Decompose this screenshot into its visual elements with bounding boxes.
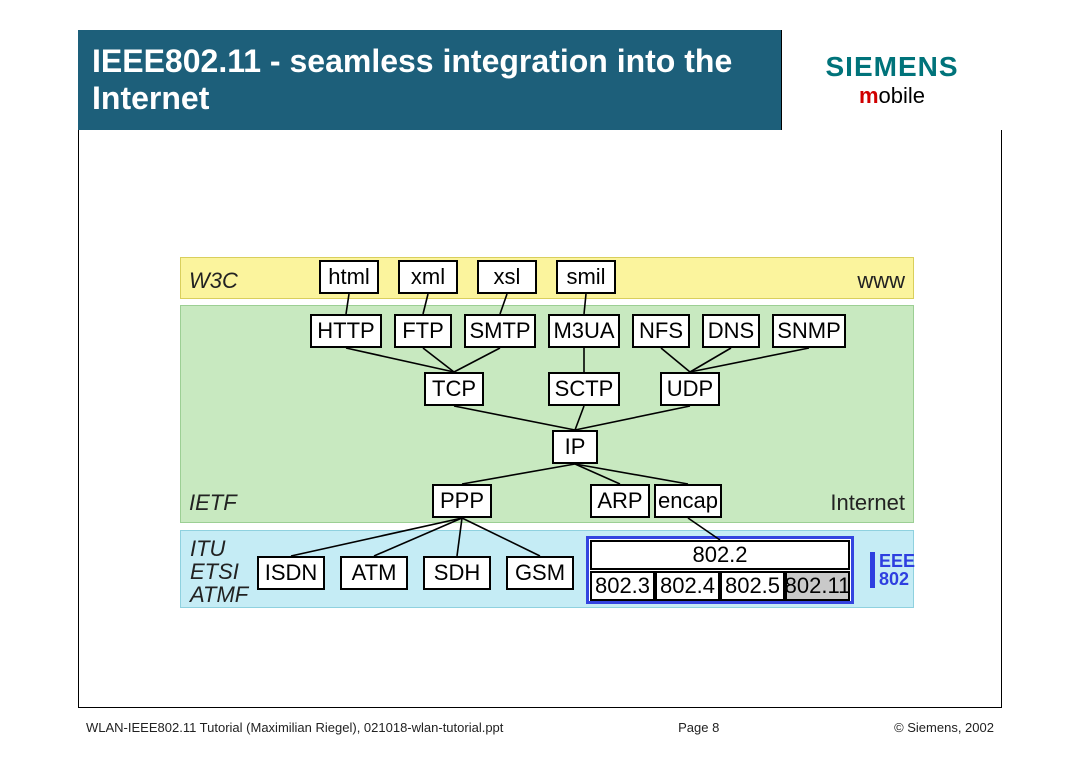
slide-title: IEEE802.11 - seamless integration into t… — [78, 30, 781, 130]
box-m3ua: M3UA — [548, 314, 620, 348]
label-internet: Internet — [830, 490, 905, 516]
box-8024: 802.4 — [655, 571, 720, 601]
header: IEEE802.11 - seamless integration into t… — [78, 30, 1002, 130]
slide: IEEE802.11 - seamless integration into t… — [0, 0, 1080, 763]
box-xsl: xsl — [477, 260, 537, 294]
box-ip: IP — [552, 430, 598, 464]
box-gsm: GSM — [506, 556, 574, 590]
mobile-wordmark: mobile — [859, 83, 925, 109]
box-arp: ARP — [590, 484, 650, 518]
box-smtp: SMTP — [464, 314, 536, 348]
box-dns: DNS — [702, 314, 760, 348]
siemens-wordmark: SIEMENS — [825, 51, 958, 83]
box-80211: 802.11 — [785, 571, 850, 601]
layer-w3c: W3C www — [180, 257, 914, 299]
box-isdn: ISDN — [257, 556, 325, 590]
box-tcp: TCP — [424, 372, 484, 406]
box-ftp: FTP — [394, 314, 452, 348]
box-atm: ATM — [340, 556, 408, 590]
box-http: HTTP — [310, 314, 382, 348]
label-www: www — [857, 268, 905, 294]
label-atmf: ATMF — [190, 582, 248, 608]
brand-logo: SIEMENS mobile — [781, 30, 1002, 130]
ieee-logo: EEE 802 — [870, 552, 915, 588]
box-sdh: SDH — [423, 556, 491, 590]
box-udp: UDP — [660, 372, 720, 406]
label-w3c: W3C — [189, 268, 238, 294]
footer: WLAN-IEEE802.11 Tutorial (Maximilian Rie… — [86, 720, 994, 735]
box-8025: 802.5 — [720, 571, 785, 601]
footer-right: © Siemens, 2002 — [894, 720, 994, 735]
box-8022: 802.2 — [590, 540, 850, 570]
box-smil: smil — [556, 260, 616, 294]
box-html: html — [319, 260, 379, 294]
box-8023: 802.3 — [590, 571, 655, 601]
box-sctp: SCTP — [548, 372, 620, 406]
footer-page: Page 8 — [678, 720, 719, 735]
box-snmp: SNMP — [772, 314, 846, 348]
label-ietf: IETF — [189, 490, 237, 516]
box-nfs: NFS — [632, 314, 690, 348]
box-xml: xml — [398, 260, 458, 294]
box-ppp: PPP — [432, 484, 492, 518]
footer-left: WLAN-IEEE802.11 Tutorial (Maximilian Rie… — [86, 720, 503, 735]
box-encap: encap — [654, 484, 722, 518]
